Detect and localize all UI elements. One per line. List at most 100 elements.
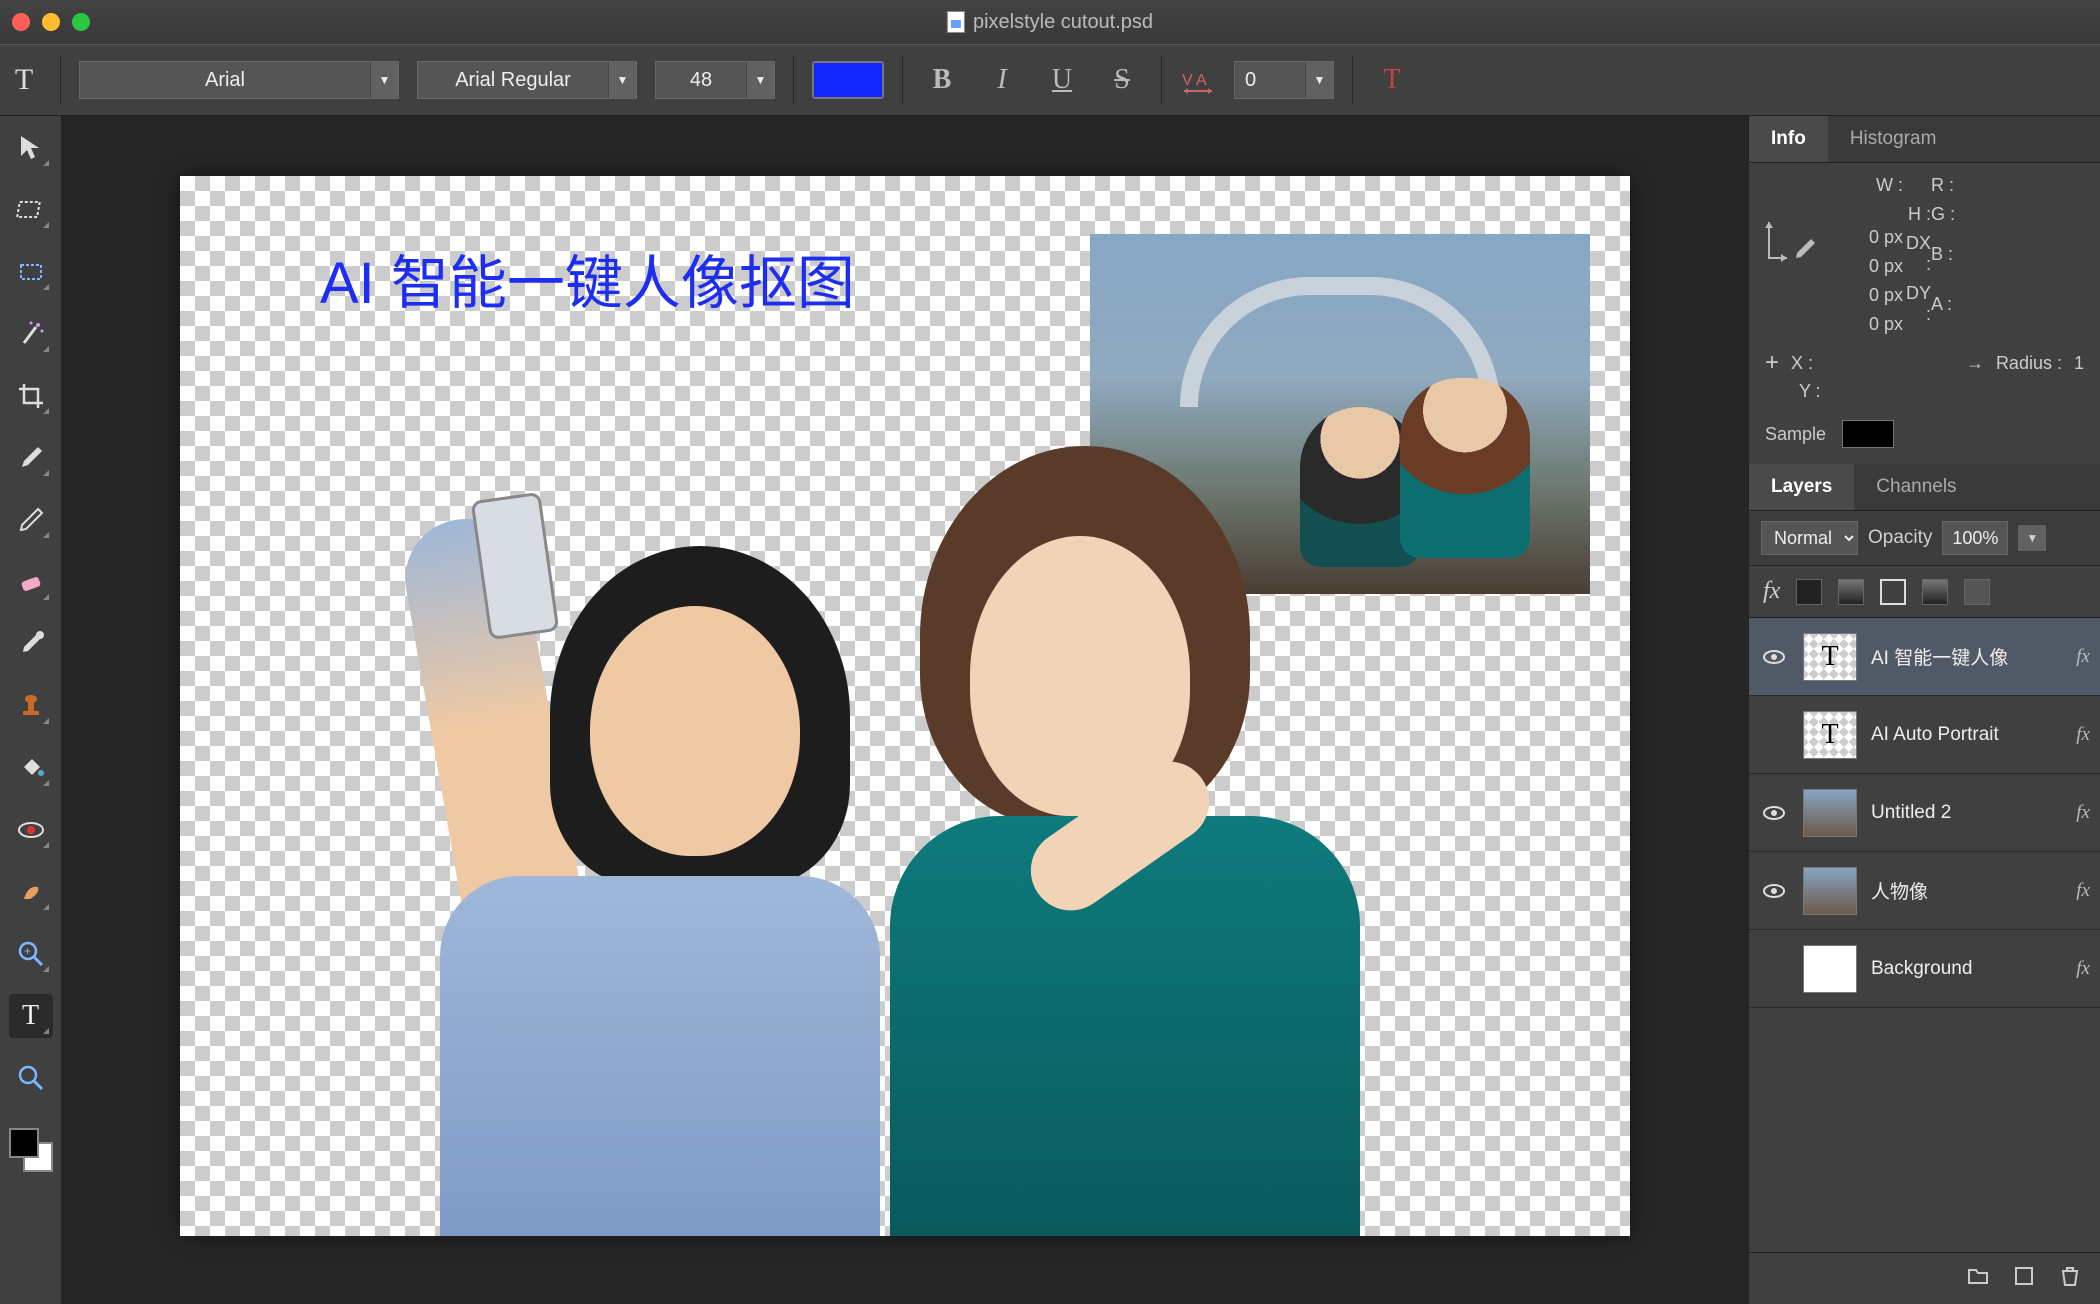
fx-grad-thumb[interactable] (1838, 579, 1864, 605)
italic-button[interactable]: I (981, 59, 1023, 101)
layer-name[interactable]: Background (1871, 958, 2062, 980)
layer-fx-indicator[interactable]: fx (2076, 646, 2090, 668)
layer-thumbnail[interactable] (1803, 867, 1857, 915)
zoom-tool[interactable] (9, 1056, 53, 1100)
layer-row[interactable]: 人物像 fx (1749, 852, 2100, 930)
delete-layer-button[interactable] (2058, 1264, 2082, 1294)
layer-thumbnail[interactable] (1803, 945, 1857, 993)
info-g-label: G : (1931, 204, 2084, 225)
red-eye-tool[interactable] (9, 808, 53, 852)
chevron-down-icon[interactable]: ▼ (2018, 525, 2046, 551)
chevron-down-icon: ▼ (608, 62, 636, 98)
layer-name[interactable]: AI 智能一键人像 (1871, 643, 2062, 670)
fx-fill-thumb[interactable] (1796, 579, 1822, 605)
layer-fx-indicator[interactable]: fx (2076, 724, 2090, 746)
blend-mode-dropdown[interactable]: Normal (1761, 521, 1858, 555)
layer-row[interactable]: T AI Auto Portrait fx (1749, 696, 2100, 774)
layer-name[interactable]: AI Auto Portrait (1871, 724, 2062, 746)
info-r-label: R : (1931, 175, 2084, 196)
warp-text-icon: T (1383, 64, 1400, 96)
tab-histogram[interactable]: Histogram (1828, 116, 1959, 162)
canvas-area[interactable]: AI 智能一键人像抠图 (62, 116, 1748, 1304)
layer-fx-indicator[interactable]: fx (2076, 880, 2090, 902)
canvas-headline-text[interactable]: AI 智能一键人像抠图 (320, 236, 855, 320)
color-swatch[interactable] (9, 1128, 53, 1172)
close-window-button[interactable] (12, 13, 30, 31)
sample-color-swatch[interactable] (1842, 420, 1894, 448)
pencil-tool[interactable] (9, 498, 53, 542)
visibility-toggle[interactable] (1759, 645, 1789, 669)
underline-button[interactable]: U (1041, 59, 1083, 101)
chevron-down-icon: ▼ (746, 62, 774, 98)
font-style-dropdown[interactable]: Arial Regular ▼ (417, 61, 637, 99)
divider (60, 56, 61, 104)
eraser-tool[interactable] (9, 560, 53, 604)
foreground-color[interactable] (9, 1128, 39, 1158)
info-x-label: X : (1791, 353, 1813, 374)
minimize-window-button[interactable] (42, 13, 60, 31)
new-layer-button[interactable] (2012, 1264, 2036, 1294)
info-w-label: W : (1793, 175, 1903, 196)
main-area: + T AI 智能一键人像抠图 Info Histogram (0, 116, 2100, 1304)
layer-fx-indicator[interactable]: fx (2076, 958, 2090, 980)
svg-text:V: V (1182, 72, 1193, 89)
strikethrough-button[interactable]: S (1101, 59, 1143, 101)
fx-outline-thumb[interactable] (1880, 579, 1906, 605)
visibility-toggle[interactable] (1759, 801, 1789, 825)
kerning-dropdown[interactable]: 0 ▼ (1234, 61, 1334, 99)
move-tool[interactable] (9, 126, 53, 170)
bold-button[interactable]: B (921, 59, 963, 101)
magic-wand-tool[interactable] (9, 312, 53, 356)
font-family-dropdown[interactable]: Arial ▼ (79, 61, 399, 99)
text-tool[interactable]: T (9, 994, 53, 1038)
tool-palette: + T (0, 116, 62, 1304)
layer-row[interactable]: Untitled 2 fx (1749, 774, 2100, 852)
warp-text-button[interactable]: T (1371, 59, 1413, 101)
layers-panel-tabs: Layers Channels (1749, 464, 2100, 511)
layer-thumbnail[interactable]: T (1803, 633, 1857, 681)
smudge-tool[interactable] (9, 870, 53, 914)
divider (1352, 56, 1353, 104)
layers-list: T AI 智能一键人像 fx T AI Auto Portrait fx Unt… (1749, 618, 2100, 1252)
zoom-tool-alt[interactable]: + (9, 932, 53, 976)
fx-grad2-thumb[interactable] (1922, 579, 1948, 605)
layer-name[interactable]: Untitled 2 (1871, 802, 2062, 824)
visibility-toggle[interactable] (1759, 879, 1789, 903)
svg-text:A: A (1196, 72, 1207, 89)
opacity-input[interactable] (1942, 521, 2008, 555)
tab-info[interactable]: Info (1749, 116, 1828, 162)
info-h-label: H : (1903, 204, 1931, 225)
font-size-value: 48 (656, 69, 746, 92)
info-panel-body: W :R : H : G : DX :B : DY :A : 0 px 0 px… (1749, 163, 2100, 464)
font-size-dropdown[interactable]: 48 ▼ (655, 61, 775, 99)
info-a-label: A : (1931, 294, 2084, 315)
fx-plain-thumb[interactable] (1964, 579, 1990, 605)
text-color-well[interactable] (812, 61, 884, 99)
stamp-tool[interactable] (9, 684, 53, 728)
layer-name[interactable]: 人物像 (1871, 877, 2062, 904)
brush-tool[interactable] (9, 436, 53, 480)
layers-controls: Normal Opacity ▼ (1749, 511, 2100, 566)
layer-thumbnail[interactable]: T (1803, 711, 1857, 759)
document-title-text: pixelstyle cutout.psd (973, 11, 1153, 34)
crop-tool[interactable] (9, 374, 53, 418)
layer-fx-indicator[interactable]: fx (2076, 802, 2090, 824)
paint-bucket-tool[interactable] (9, 746, 53, 790)
layer-row[interactable]: Background fx (1749, 930, 2100, 1008)
zoom-window-button[interactable] (72, 13, 90, 31)
titlebar: pixelstyle cutout.psd (0, 0, 2100, 44)
layer-thumbnail[interactable] (1803, 789, 1857, 837)
layer-effects-row: fx (1749, 566, 2100, 618)
marquee-tool[interactable] (9, 250, 53, 294)
eyedropper-tool[interactable] (9, 622, 53, 666)
document-icon (947, 11, 965, 33)
portrait-cutout-layer[interactable] (300, 406, 1350, 1236)
fx-icon[interactable]: fx (1763, 578, 1780, 605)
new-group-button[interactable] (1966, 1264, 1990, 1294)
tab-channels[interactable]: Channels (1854, 464, 1978, 510)
tab-layers[interactable]: Layers (1749, 464, 1854, 510)
transform-tool[interactable] (9, 188, 53, 232)
divider (902, 56, 903, 104)
document-canvas[interactable]: AI 智能一键人像抠图 (180, 176, 1630, 1236)
layer-row[interactable]: T AI 智能一键人像 fx (1749, 618, 2100, 696)
